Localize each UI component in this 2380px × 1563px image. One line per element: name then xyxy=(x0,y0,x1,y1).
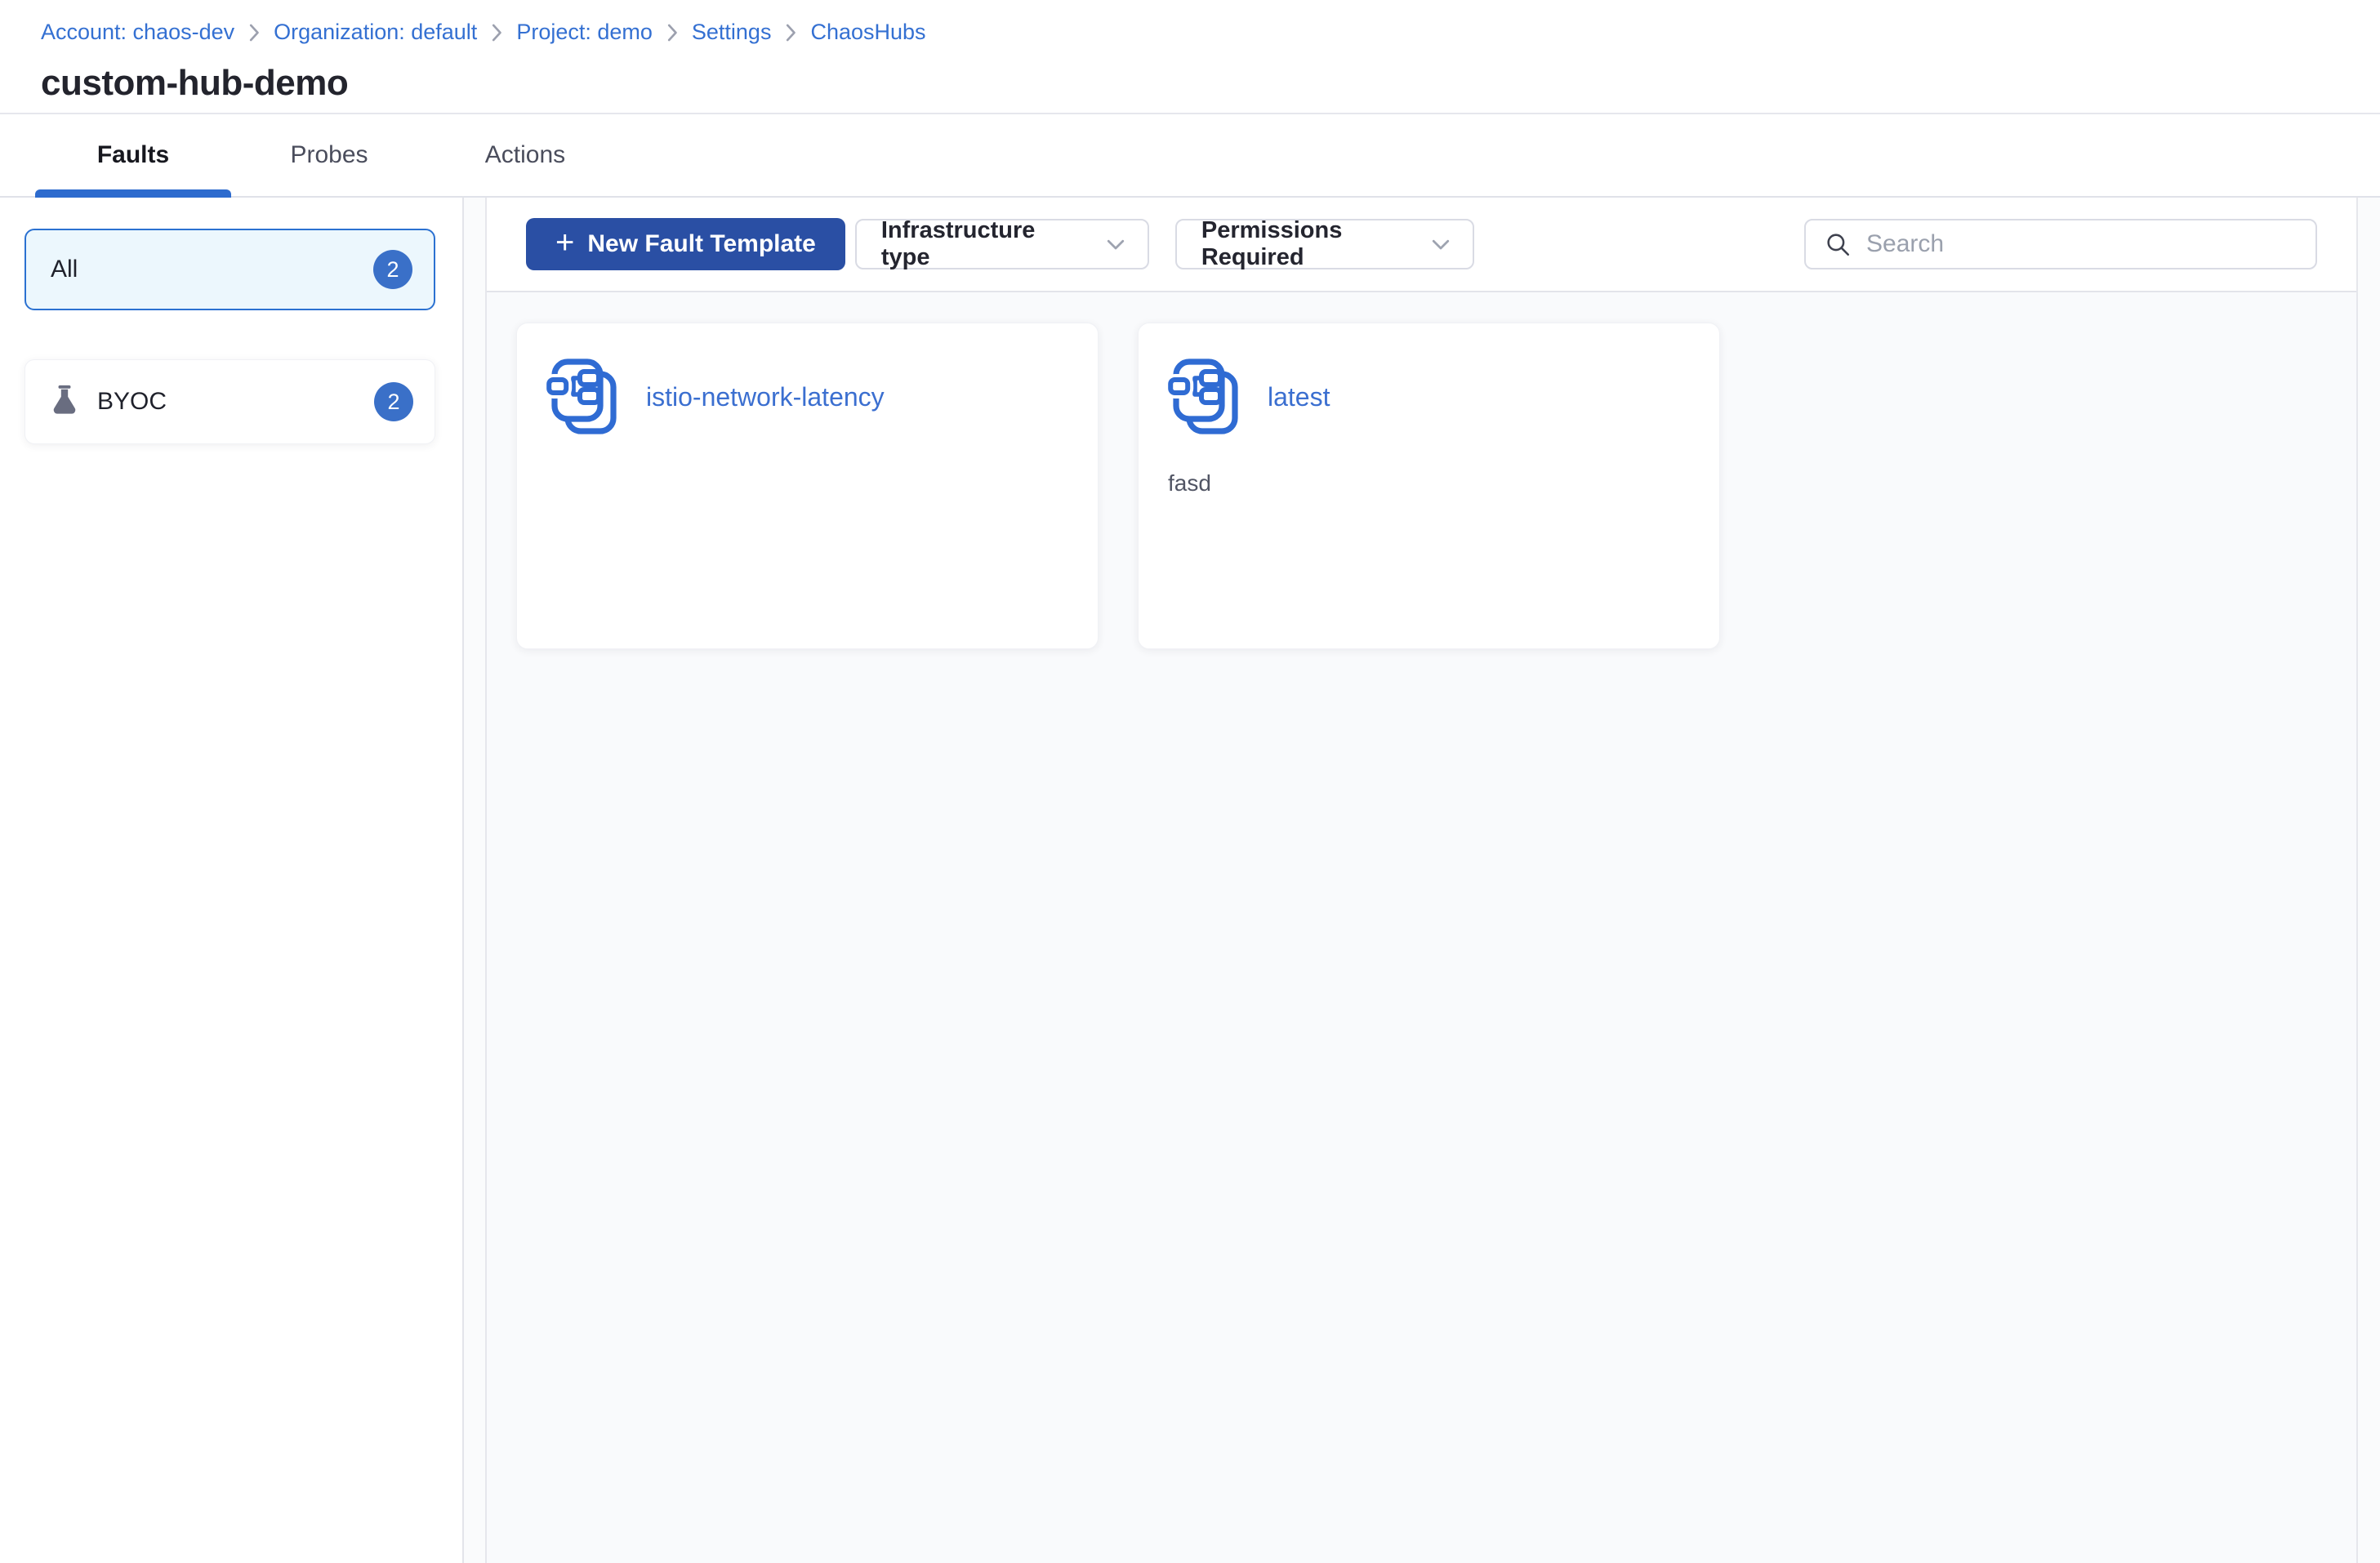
fault-card-head: latest xyxy=(1168,356,1690,438)
count-badge: 2 xyxy=(374,382,413,421)
new-fault-template-label: New Fault Template xyxy=(587,230,816,257)
tab-probes[interactable]: Probes xyxy=(231,114,427,196)
fault-card-title[interactable]: istio-network-latency xyxy=(646,382,885,412)
sidebar-item-all[interactable]: All 2 xyxy=(25,229,435,310)
breadcrumb: Account: chaos-dev Organization: default… xyxy=(41,20,2380,45)
chaoshub-page: Account: chaos-dev Organization: default… xyxy=(0,0,2380,1563)
chevron-right-icon xyxy=(666,23,679,42)
sidebar-item-label: BYOC xyxy=(97,388,167,415)
new-fault-template-button[interactable]: + New Fault Template xyxy=(526,218,845,270)
count-badge: 2 xyxy=(373,250,412,289)
fault-card-description: fasd xyxy=(1168,470,1211,496)
fault-template-icon xyxy=(546,358,617,434)
content-column: + New Fault Template Infrastructure type… xyxy=(487,198,2356,1563)
fault-template-icon xyxy=(1168,358,1238,434)
fault-card-head: istio-network-latency xyxy=(546,356,1068,438)
main-row: All 2 BYOC 2 + New Fault Template Infras… xyxy=(0,198,2380,1563)
page-title: custom-hub-demo xyxy=(41,63,349,103)
chevron-down-icon xyxy=(1428,232,1453,256)
tab-actions[interactable]: Actions xyxy=(427,114,623,196)
chevron-right-icon xyxy=(784,23,797,42)
sidebar-item-label: All xyxy=(51,256,78,283)
breadcrumb-chaoshubs[interactable]: ChaosHubs xyxy=(810,20,925,45)
permissions-required-label: Permissions Required xyxy=(1201,217,1343,270)
infrastructure-type-label: Infrastructure type xyxy=(880,217,1036,270)
chevron-right-icon xyxy=(247,23,261,42)
sidebar-item-byoc[interactable]: BYOC 2 xyxy=(25,359,435,444)
faults-toolbar: + New Fault Template Infrastructure type… xyxy=(487,198,2356,292)
fault-card-latest[interactable]: latest fasd xyxy=(1138,323,1720,649)
breadcrumb-organization[interactable]: Organization: default xyxy=(274,20,477,45)
page-scrollbar-gutter[interactable] xyxy=(2356,198,2380,1563)
tab-bar: Faults Probes Actions xyxy=(0,114,2380,198)
search-input[interactable] xyxy=(1866,230,2298,258)
page-header: Account: chaos-dev Organization: default… xyxy=(0,0,2380,114)
breadcrumb-project[interactable]: Project: demo xyxy=(516,20,653,45)
chevron-down-icon xyxy=(1103,232,1128,256)
fault-cards-area: istio-network-latency latest fasd xyxy=(487,292,2356,1563)
plus-icon: + xyxy=(555,225,575,260)
breadcrumb-settings[interactable]: Settings xyxy=(692,20,772,45)
sidebar-scrollbar-gutter[interactable] xyxy=(464,198,487,1563)
fault-card-title[interactable]: latest xyxy=(1268,382,1330,412)
chevron-right-icon xyxy=(490,23,503,42)
tab-faults[interactable]: Faults xyxy=(35,114,231,198)
search-icon xyxy=(1827,234,1850,256)
permissions-required-dropdown[interactable]: Permissions Required xyxy=(1174,217,1474,270)
fault-card-description xyxy=(546,470,1068,498)
infrastructure-type-dropdown[interactable]: Infrastructure type xyxy=(854,217,1149,270)
category-sidebar: All 2 BYOC 2 xyxy=(0,198,464,1563)
flask-icon xyxy=(53,385,76,414)
breadcrumb-account[interactable]: Account: chaos-dev xyxy=(41,20,234,45)
fault-card-istio-network-latency[interactable]: istio-network-latency xyxy=(516,323,1099,649)
search-box xyxy=(1804,219,2317,269)
